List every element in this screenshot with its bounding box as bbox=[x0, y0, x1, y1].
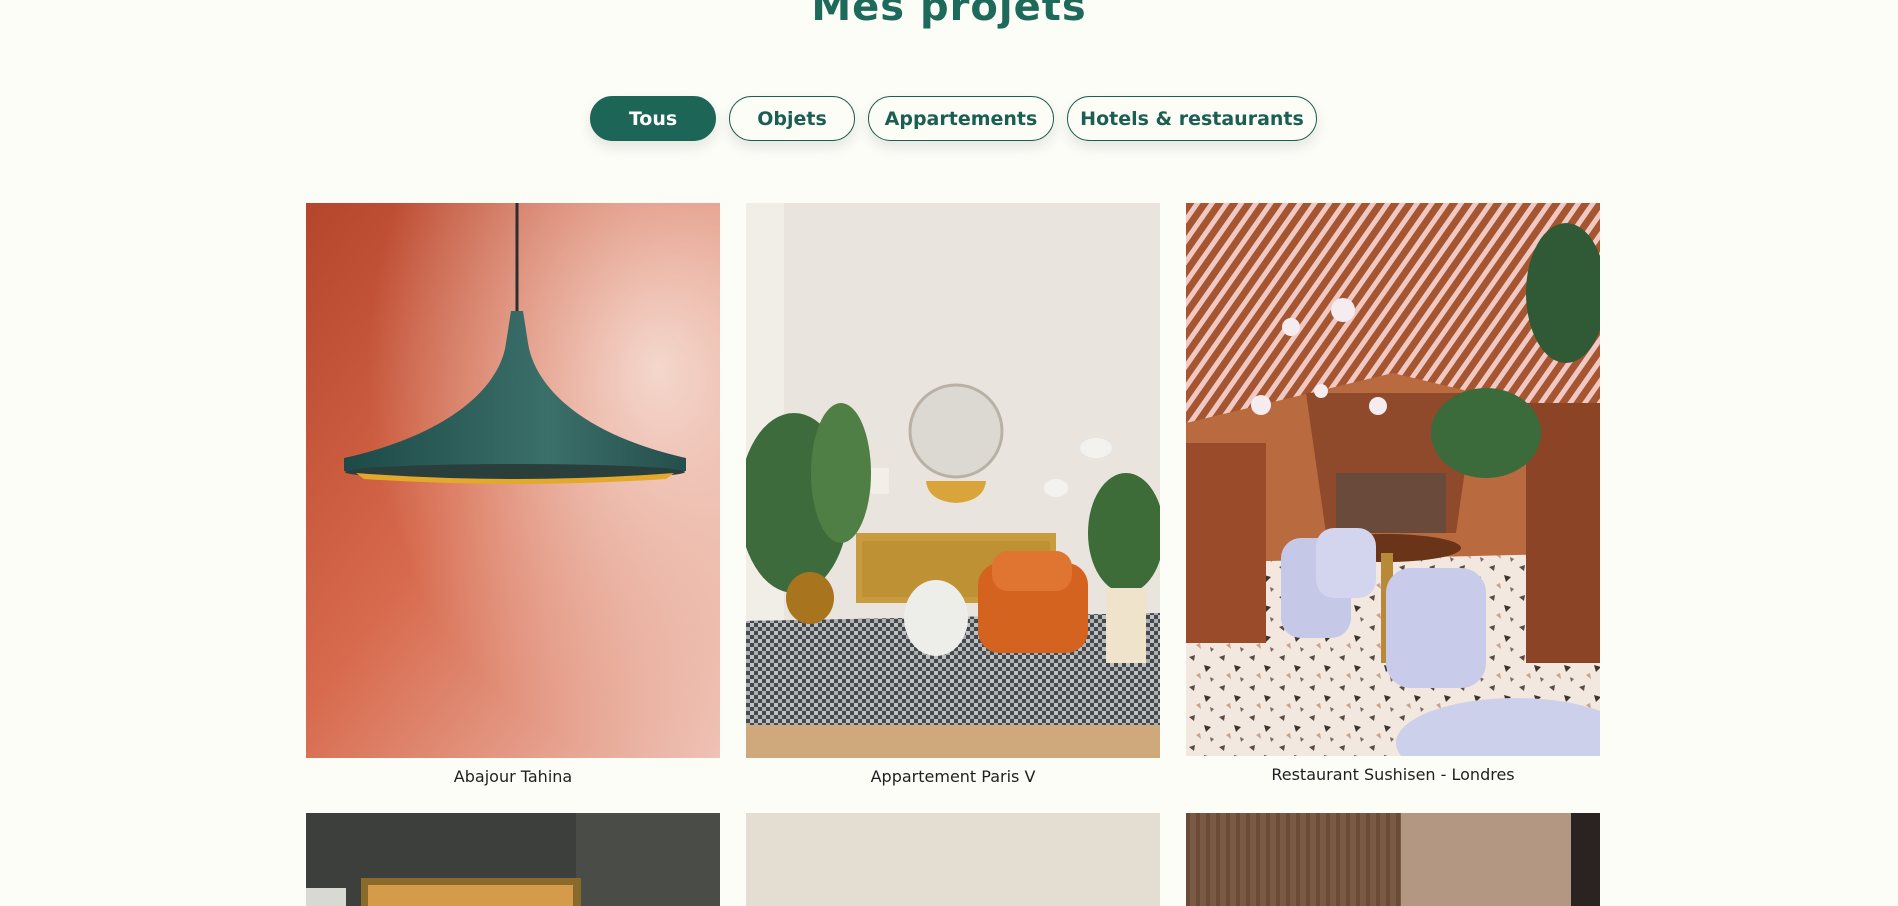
filter-objets-button[interactable]: Objets bbox=[729, 96, 855, 141]
filter-hotels-restaurants-button[interactable]: Hotels & restaurants bbox=[1067, 96, 1317, 141]
projects-grid-row-2 bbox=[306, 813, 1600, 906]
project-card[interactable]: Abajour Tahina bbox=[306, 203, 720, 791]
project-caption: Restaurant Sushisen - Londres bbox=[1271, 765, 1515, 784]
project-card[interactable]: Appartement Paris V bbox=[746, 203, 1160, 791]
project-image-lamp[interactable] bbox=[306, 203, 720, 758]
filter-appartements-button[interactable]: Appartements bbox=[868, 96, 1054, 141]
project-image-wood-panels[interactable] bbox=[1186, 813, 1600, 906]
project-card[interactable]: Restaurant Sushisen - Londres bbox=[1186, 203, 1600, 791]
project-caption: Abajour Tahina bbox=[453, 767, 573, 786]
filter-tous-button[interactable]: Tous bbox=[590, 96, 716, 141]
projects-grid: Abajour Tahina Appartement Paris V Resta… bbox=[306, 203, 1600, 791]
project-image-apartment[interactable] bbox=[746, 203, 1160, 758]
project-caption: Appartement Paris V bbox=[870, 767, 1036, 786]
project-image-light-wall[interactable] bbox=[746, 813, 1160, 906]
project-image-restaurant[interactable] bbox=[1186, 203, 1600, 756]
project-image-dark-room[interactable] bbox=[306, 813, 720, 906]
filter-bar: Tous Objets Appartements Hotels & restau… bbox=[0, 96, 1898, 141]
page-title: Mes projets bbox=[811, 0, 1087, 30]
